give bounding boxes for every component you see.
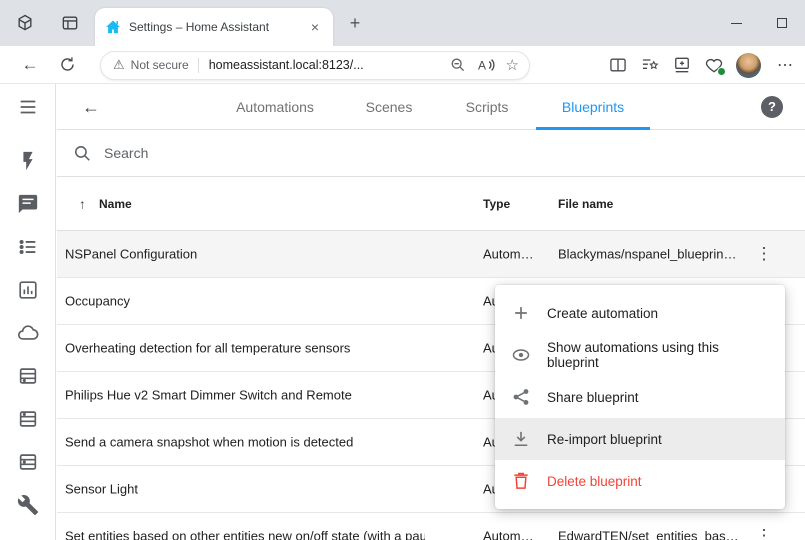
server-icon-1[interactable] xyxy=(17,365,39,387)
menu-item-label: Share blueprint xyxy=(547,390,639,405)
menu-item-label: Delete blueprint xyxy=(547,474,642,489)
ha-back-button[interactable]: ← xyxy=(79,84,103,130)
home-assistant-favicon xyxy=(105,19,121,35)
window-controls: × xyxy=(713,0,805,46)
row-overflow-menu-icon[interactable]: ⋮ xyxy=(755,244,773,264)
history-chart-icon[interactable] xyxy=(17,279,39,301)
menu-item-delete-blueprint[interactable]: Delete blueprint xyxy=(495,460,785,502)
address-bar[interactable]: ⚠ Not secure homeassistant.local:8123/..… xyxy=(100,51,530,80)
blueprint-context-menu: Create automation Show automations using… xyxy=(495,285,785,509)
eye-icon xyxy=(511,345,531,365)
server-icon-2[interactable] xyxy=(17,408,39,430)
developer-tools-icon[interactable] xyxy=(17,494,39,516)
server-icon-3[interactable] xyxy=(17,451,39,473)
menu-item-label: Show automations using this blueprint xyxy=(547,340,769,370)
tab-title: Settings – Home Assistant xyxy=(129,20,301,34)
download-icon xyxy=(511,429,531,449)
column-header-file[interactable]: File name xyxy=(558,197,613,211)
tab-scenes[interactable]: Scenes xyxy=(366,84,413,130)
assist-chat-icon[interactable] xyxy=(17,193,39,215)
ha-sidebar xyxy=(0,84,56,540)
help-button[interactable]: ? xyxy=(761,96,783,118)
back-button[interactable]: ← xyxy=(16,51,44,79)
favorites-hub-icon[interactable] xyxy=(640,55,660,75)
cloud-icon[interactable] xyxy=(17,322,39,344)
row-name: Occupancy xyxy=(65,294,130,309)
minimize-button[interactable] xyxy=(713,0,759,46)
menu-item-show-automations[interactable]: Show automations using this blueprint xyxy=(495,334,785,376)
table-header: ↑ Name Type File name xyxy=(57,177,805,231)
search-bar[interactable]: Search xyxy=(57,130,805,177)
security-label: Not secure xyxy=(131,58,189,72)
essentials-status-dot xyxy=(717,67,726,76)
row-name: Philips Hue v2 Smart Dimmer Switch and R… xyxy=(65,388,352,403)
row-name: Set entities based on other entities new… xyxy=(65,529,425,540)
energy-icon[interactable] xyxy=(17,150,39,172)
tab-actions-icon[interactable] xyxy=(60,13,80,33)
logbook-icon[interactable] xyxy=(17,236,39,258)
menu-item-share-blueprint[interactable]: Share blueprint xyxy=(495,376,785,418)
split-screen-icon[interactable] xyxy=(608,55,628,75)
browser-essentials-icon[interactable] xyxy=(704,55,724,75)
address-divider xyxy=(198,58,199,73)
row-name: Send a camera snapshot when motion is de… xyxy=(65,435,353,450)
plus-icon xyxy=(511,303,531,323)
browser-window: Settings – Home Assistant × + × ← ⚠ Not … xyxy=(0,0,805,540)
workspaces-icon[interactable] xyxy=(15,13,35,33)
tab-close-icon[interactable]: × xyxy=(307,19,323,35)
new-tab-button[interactable]: + xyxy=(344,12,366,34)
row-file: Blackymas/nspanel_blueprin… xyxy=(558,247,736,262)
profile-avatar[interactable] xyxy=(736,53,761,78)
table-row[interactable]: Set entities based on other entities new… xyxy=(57,513,805,540)
url-text[interactable]: homeassistant.local:8123/... xyxy=(209,58,442,72)
tab-automations[interactable]: Automations xyxy=(236,84,314,130)
search-icon xyxy=(73,144,92,163)
row-name: Sensor Light xyxy=(65,482,138,497)
share-icon xyxy=(511,387,531,407)
svg-text:A: A xyxy=(478,59,486,73)
table-row[interactable]: NSPanel Configuration Autom… Blackymas/n… xyxy=(57,231,805,278)
column-header-name[interactable]: Name xyxy=(99,197,132,211)
favorite-star-icon[interactable]: ☆ xyxy=(506,56,519,74)
home-assistant-app: ← Automations Scenes Scripts Blueprints … xyxy=(0,84,805,540)
row-type: Autom… xyxy=(483,529,534,540)
row-file: EdwardTEN/set_entities_bas… xyxy=(558,529,739,540)
navbar-right-icons: ⋯ xyxy=(608,46,797,84)
tab-blueprints[interactable]: Blueprints xyxy=(562,84,624,130)
menu-item-reimport-blueprint[interactable]: Re-import blueprint xyxy=(495,418,785,460)
browser-tab[interactable]: Settings – Home Assistant × xyxy=(95,8,333,46)
not-secure-warning-icon: ⚠ xyxy=(113,57,125,73)
ha-header: ← Automations Scenes Scripts Blueprints … xyxy=(57,84,805,130)
row-type: Autom… xyxy=(483,247,534,262)
maximize-button[interactable] xyxy=(759,0,805,46)
browser-menu-icon[interactable]: ⋯ xyxy=(773,55,797,75)
collections-icon[interactable] xyxy=(672,55,692,75)
sort-ascending-icon[interactable]: ↑ xyxy=(79,196,86,211)
refresh-button[interactable] xyxy=(58,55,86,83)
menu-item-label: Re-import blueprint xyxy=(547,432,662,447)
trash-icon xyxy=(511,471,531,491)
zoom-out-icon[interactable] xyxy=(450,57,466,73)
search-placeholder: Search xyxy=(104,145,148,161)
row-name: NSPanel Configuration xyxy=(65,247,197,262)
row-overflow-menu-icon[interactable]: ⋮ xyxy=(755,526,773,540)
sidebar-menu-icon[interactable] xyxy=(17,96,39,118)
menu-item-create-automation[interactable]: Create automation xyxy=(495,292,785,334)
read-aloud-icon[interactable]: A xyxy=(477,57,495,73)
column-header-type[interactable]: Type xyxy=(483,197,510,211)
browser-titlebar: Settings – Home Assistant × + × xyxy=(0,0,805,46)
row-name: Overheating detection for all temperatur… xyxy=(65,341,350,356)
menu-item-label: Create automation xyxy=(547,306,658,321)
tab-scripts[interactable]: Scripts xyxy=(466,84,509,130)
